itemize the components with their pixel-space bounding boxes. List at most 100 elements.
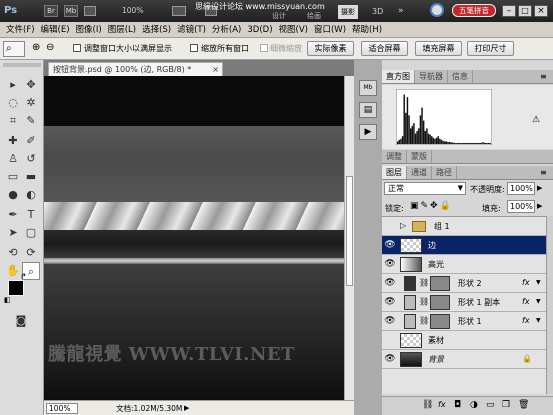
view-extras-icon[interactable] xyxy=(84,6,96,16)
default-colors-icon[interactable]: ◧ xyxy=(4,296,11,304)
vertical-scrollbar[interactable] xyxy=(344,76,354,400)
new-layer-icon[interactable]: ❐ xyxy=(502,400,510,410)
zoom-out-icon[interactable]: ⊖ xyxy=(46,42,54,53)
3d-rotate-icon[interactable]: ⟲ xyxy=(4,244,22,262)
canvas[interactable]: 騰龍視覺 WWW.TLVI.NET xyxy=(44,76,344,400)
more-workspaces-button[interactable]: » xyxy=(398,6,404,16)
menu-view[interactable]: 视图(V) xyxy=(276,22,311,38)
brush-tool-icon[interactable]: ✐ xyxy=(22,132,40,150)
layer-effects-icon[interactable]: fx xyxy=(522,316,530,325)
adjustment-layer-icon[interactable]: ◑ xyxy=(470,400,478,410)
workspace-design[interactable]: 设计 xyxy=(272,11,286,21)
workspace-3d[interactable]: 3D xyxy=(372,7,383,16)
arrange-documents-icon[interactable] xyxy=(172,6,186,16)
close-document-icon[interactable]: × xyxy=(212,63,219,76)
mask-link-icon[interactable]: ⛓ xyxy=(419,316,429,325)
menu-file[interactable]: 文件(F) xyxy=(3,22,38,38)
layers-scrollbar[interactable] xyxy=(546,216,553,394)
layer-row[interactable]: 👁 ⛓ 形状 1 fx ▼ xyxy=(382,312,546,331)
layer-effects-icon[interactable]: fx xyxy=(522,278,530,287)
layer-row[interactable]: 👁 ⛓ 形状 2 fx ▼ xyxy=(382,274,546,293)
workspace-photography[interactable]: 摄影 xyxy=(338,5,358,19)
group-expand-icon[interactable]: ▷ xyxy=(400,221,406,230)
resize-windows-checkbox[interactable] xyxy=(73,44,81,52)
toolbox-grip[interactable] xyxy=(3,63,41,67)
eye-icon[interactable]: 👁 xyxy=(384,297,396,308)
mini-bridge-panel-icon[interactable]: Mb xyxy=(359,80,377,96)
tab-info[interactable]: 信息 xyxy=(448,70,473,83)
mask-link-icon[interactable]: ⛓ xyxy=(419,297,429,306)
effects-expand-icon[interactable]: ▼ xyxy=(536,298,541,305)
eye-icon[interactable]: 👁 xyxy=(384,240,396,251)
eyedropper-icon[interactable]: ✎ xyxy=(22,112,40,130)
menu-filter[interactable]: 滤镜(T) xyxy=(174,22,209,38)
status-menu-arrow[interactable]: ▶ xyxy=(184,404,189,412)
eye-icon[interactable]: 👁 xyxy=(384,278,396,289)
group-visibility-empty[interactable] xyxy=(384,221,396,232)
shape-tool-icon[interactable]: ▢ xyxy=(22,224,40,242)
zoom-all-checkbox[interactable] xyxy=(190,44,198,52)
actions-panel-icon[interactable]: ▶ xyxy=(359,124,377,140)
fill-field[interactable]: 100% xyxy=(507,200,535,213)
quick-mask-icon[interactable]: ◙ xyxy=(12,312,30,330)
fill-slider-arrow[interactable]: ▶ xyxy=(537,202,542,210)
eye-icon[interactable]: 👁 xyxy=(384,354,396,365)
eraser-icon[interactable]: ▭ xyxy=(4,168,22,186)
3d-orbit-icon[interactable]: ⟳ xyxy=(22,244,40,262)
clone-stamp-icon[interactable]: ♙ xyxy=(4,150,22,168)
type-tool-icon[interactable]: T xyxy=(22,206,40,224)
workspace-painting[interactable]: 绘画 xyxy=(307,11,321,21)
add-mask-icon[interactable]: ◘ xyxy=(454,400,461,410)
lock-icons[interactable]: ▣✎✥🔒 xyxy=(410,201,453,211)
tab-masks[interactable]: 蒙版 xyxy=(407,150,432,163)
move-tool-icon[interactable]: ▸ xyxy=(4,76,22,94)
eye-icon[interactable]: 👁 xyxy=(384,259,396,270)
menu-window[interactable]: 窗口(W) xyxy=(311,22,349,38)
blend-mode-select[interactable]: 正常 ▼ xyxy=(384,182,466,195)
menu-analysis[interactable]: 分析(A) xyxy=(209,22,244,38)
tab-channels[interactable]: 通道 xyxy=(407,166,432,179)
mask-link-icon[interactable]: ⛓ xyxy=(419,278,429,287)
menu-help[interactable]: 帮助(H) xyxy=(349,22,385,38)
foreground-color-swatch[interactable] xyxy=(8,280,24,296)
maximize-button[interactable]: □ xyxy=(518,5,532,17)
effects-expand-icon[interactable]: ▼ xyxy=(536,317,541,324)
histogram-menu-icon[interactable]: ≡ xyxy=(540,72,547,81)
menu-layer[interactable]: 图层(L) xyxy=(105,22,139,38)
zoom-level-select[interactable]: 100% xyxy=(122,5,162,17)
document-tab[interactable]: 按钮背景.psd @ 100% (边, RGB/8) * × xyxy=(48,62,223,76)
menu-edit[interactable]: 编辑(E) xyxy=(38,22,73,38)
eye-icon[interactable] xyxy=(384,335,396,346)
tab-navigator[interactable]: 导航器 xyxy=(415,70,448,83)
scrollbar-thumb[interactable] xyxy=(346,176,353,286)
effects-expand-icon[interactable]: ▼ xyxy=(536,279,541,286)
history-panel-icon[interactable]: ▤ xyxy=(359,102,377,118)
link-layers-icon[interactable]: ⛓ xyxy=(422,400,433,410)
opacity-field[interactable]: 100% xyxy=(507,182,535,195)
actual-pixels-button[interactable]: 实际像素 xyxy=(307,41,354,56)
layer-row[interactable]: 👁 边 xyxy=(382,236,546,255)
layer-row[interactable]: 👁 ⛓ 形状 1 副本 fx ▼ xyxy=(382,293,546,312)
layer-row[interactable]: 素材 xyxy=(382,331,546,350)
new-group-icon[interactable]: ▭ xyxy=(486,400,495,410)
zoom-field[interactable]: 100% xyxy=(46,403,78,414)
blur-tool-icon[interactable]: ● xyxy=(4,186,22,204)
fit-screen-button[interactable]: 适合屏幕 xyxy=(361,41,408,56)
layer-row[interactable]: 👁 高光 xyxy=(382,255,546,274)
gradient-tool-icon[interactable]: ▬ xyxy=(22,168,40,186)
eye-icon[interactable]: 👁 xyxy=(384,316,396,327)
add-style-icon[interactable]: fx xyxy=(438,400,446,409)
minimize-button[interactable]: – xyxy=(502,5,516,17)
layer-group-row[interactable]: ▷ 组 1 xyxy=(382,217,546,236)
menu-3d[interactable]: 3D(D) xyxy=(244,22,275,38)
scrubby-zoom-checkbox[interactable] xyxy=(260,44,268,52)
healing-brush-icon[interactable]: ✚ xyxy=(4,132,22,150)
crop-tool-icon[interactable]: ⌗ xyxy=(4,112,22,130)
path-selection-icon[interactable]: ➤ xyxy=(4,224,22,242)
tab-layers[interactable]: 图层 xyxy=(382,166,407,179)
history-brush-icon[interactable]: ↺ xyxy=(22,150,40,168)
menu-select[interactable]: 选择(S) xyxy=(139,22,174,38)
tab-paths[interactable]: 路径 xyxy=(432,166,457,179)
zoom-in-icon[interactable]: ⊕ xyxy=(32,42,40,53)
pen-tool-icon[interactable]: ✒ xyxy=(4,206,22,224)
